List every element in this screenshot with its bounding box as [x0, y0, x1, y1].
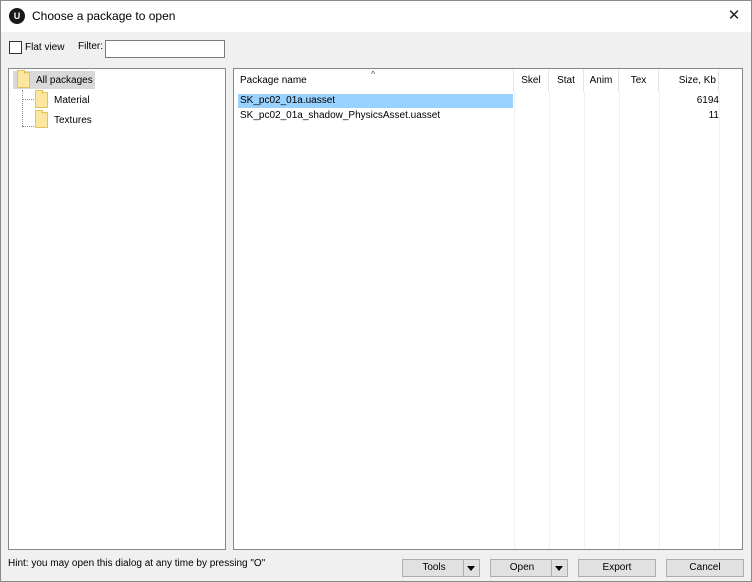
- size-cell: 6194: [696, 95, 719, 106]
- tree-item-label: Textures: [54, 114, 92, 126]
- package-name-cell: SK_pc02_01a_shadow_PhysicsAsset.uasset: [240, 110, 441, 121]
- tree-item-label: Material: [54, 94, 90, 106]
- filter-label: Filter:: [78, 41, 103, 52]
- open-button[interactable]: Open: [490, 559, 568, 577]
- chevron-down-icon[interactable]: [551, 560, 567, 576]
- tree-connector: [22, 90, 23, 126]
- hint-text: Hint: you may open this dialog at any ti…: [8, 558, 266, 569]
- table-row[interactable]: SK_pc02_01a_shadow_PhysicsAsset.uasset 1…: [238, 109, 742, 123]
- column-header-tex[interactable]: Tex: [619, 69, 659, 92]
- window-title: Choose a package to open: [32, 9, 176, 23]
- toolbar: Flat view Filter:: [1, 32, 751, 62]
- folder-icon: [17, 70, 30, 88]
- title-bar: U Choose a package to open ✕: [1, 1, 751, 32]
- flat-view-checkbox[interactable]: [9, 41, 22, 54]
- cancel-button[interactable]: Cancel: [666, 559, 744, 577]
- filter-input[interactable]: [105, 40, 225, 58]
- tree-connector: [22, 126, 34, 127]
- column-header-package-name[interactable]: Package name: [234, 69, 514, 92]
- close-icon: ✕: [727, 7, 741, 24]
- column-divider: [659, 92, 660, 549]
- dialog-window: U Choose a package to open ✕ Flat view F…: [0, 0, 752, 582]
- flat-view-label[interactable]: Flat view: [25, 42, 64, 53]
- size-cell: 11: [708, 110, 719, 121]
- close-button[interactable]: ✕: [717, 1, 751, 32]
- chevron-down-icon[interactable]: [463, 560, 479, 576]
- column-header-skel[interactable]: Skel: [514, 69, 549, 92]
- table-row[interactable]: SK_pc02_01a.uasset 6194: [238, 94, 742, 108]
- column-divider: [514, 92, 515, 549]
- package-list: ^ Package name Skel Stat Anim Tex Size, …: [233, 68, 743, 550]
- folder-icon: [35, 90, 48, 108]
- folder-icon: [35, 110, 48, 128]
- export-button[interactable]: Export: [578, 559, 656, 577]
- package-tree: All packages Material Textures: [8, 68, 226, 550]
- column-divider: [719, 92, 720, 549]
- open-button-label: Open: [509, 562, 535, 573]
- tree-item-textures[interactable]: Textures: [35, 110, 115, 129]
- column-header-size[interactable]: Size, Kb: [659, 69, 719, 92]
- column-divider: [584, 92, 585, 549]
- tree-item-all-packages[interactable]: All packages: [13, 70, 95, 89]
- list-header: ^ Package name Skel Stat Anim Tex Size, …: [234, 69, 742, 92]
- column-header-stat[interactable]: Stat: [549, 69, 584, 92]
- tools-button-label: Tools: [422, 562, 446, 573]
- unreal-logo-icon: U: [9, 8, 25, 24]
- column-header-anim[interactable]: Anim: [584, 69, 619, 92]
- tools-button[interactable]: Tools: [402, 559, 480, 577]
- package-name-cell: SK_pc02_01a.uasset: [240, 95, 336, 106]
- column-divider: [619, 92, 620, 549]
- tree-item-label: All packages: [36, 74, 93, 86]
- tree-connector: [22, 99, 34, 100]
- tree-item-material[interactable]: Material: [35, 90, 115, 109]
- column-divider: [549, 92, 550, 549]
